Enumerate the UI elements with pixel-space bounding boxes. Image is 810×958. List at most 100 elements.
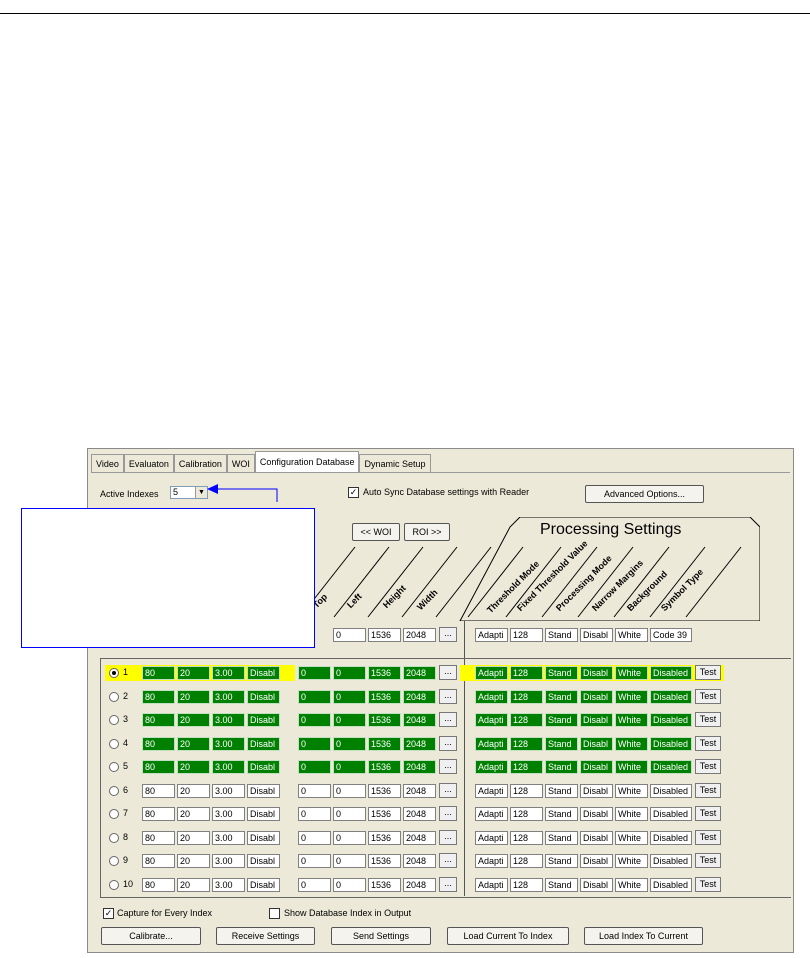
row-woi-more-button[interactable]: ... <box>439 665 457 680</box>
row-woi-field[interactable]: 0 <box>333 736 366 751</box>
row-processing-field[interactable]: 128 <box>510 830 543 845</box>
row-capture-field[interactable]: 80 <box>142 760 175 774</box>
row-capture-field[interactable]: 80 <box>142 807 175 821</box>
row-woi-more-button[interactable]: ... <box>439 688 457 704</box>
row-woi-field[interactable]: 0 <box>298 807 331 821</box>
row-test-button[interactable]: Test <box>695 876 721 892</box>
row-processing-field[interactable]: Adapti <box>475 807 508 821</box>
row-woi-field[interactable]: 1536 <box>368 760 401 774</box>
show-db-index-checkbox[interactable] <box>269 908 280 919</box>
row-processing-field[interactable]: White <box>615 807 648 821</box>
row-processing-field[interactable]: Stand <box>545 830 578 845</box>
row-capture-field[interactable]: 20 <box>177 689 210 704</box>
row-processing-field[interactable]: Disabled <box>650 830 692 845</box>
row-processing-field[interactable]: 128 <box>510 713 543 727</box>
row-select-radio[interactable] <box>109 762 119 772</box>
row-select-radio[interactable] <box>109 832 119 843</box>
row-select-radio[interactable] <box>109 809 119 819</box>
row-woi-field[interactable]: 1536 <box>368 830 401 845</box>
row-woi-more-button[interactable]: ... <box>439 853 457 868</box>
current-fixed-threshold[interactable]: 128 <box>510 628 543 642</box>
row-capture-field[interactable]: 80 <box>142 877 175 892</box>
row-capture-field[interactable]: Disabl <box>247 736 280 751</box>
row-processing-field[interactable]: Adapti <box>475 854 508 868</box>
row-capture-field[interactable]: Disabl <box>247 830 280 845</box>
row-woi-field[interactable]: 0 <box>298 713 331 727</box>
row-processing-field[interactable]: 128 <box>510 736 543 751</box>
tab-configuration-database[interactable]: Configuration Database <box>254 451 360 473</box>
row-capture-field[interactable]: 20 <box>177 713 210 727</box>
row-capture-field[interactable]: 20 <box>177 760 210 774</box>
row-processing-field[interactable]: White <box>615 736 648 751</box>
row-capture-field[interactable]: 3.00 <box>212 736 245 751</box>
row-capture-field[interactable]: 3.00 <box>212 877 245 892</box>
row-test-button[interactable]: Test <box>695 829 721 845</box>
row-processing-field[interactable]: Disabled <box>650 666 692 680</box>
row-processing-field[interactable]: Adapti <box>475 666 508 680</box>
row-capture-field[interactable]: 80 <box>142 854 175 868</box>
row-woi-more-button[interactable]: ... <box>439 759 457 774</box>
row-capture-field[interactable]: 20 <box>177 736 210 751</box>
row-woi-field[interactable]: 1536 <box>368 854 401 868</box>
row-processing-field[interactable]: 128 <box>510 854 543 868</box>
row-processing-field[interactable]: Stand <box>545 783 578 798</box>
row-test-button[interactable]: Test <box>695 688 721 704</box>
row-processing-field[interactable]: Disabled <box>650 807 692 821</box>
row-woi-field[interactable]: 0 <box>333 713 366 727</box>
row-select-radio[interactable] <box>109 738 119 749</box>
row-capture-field[interactable]: 20 <box>177 666 210 680</box>
current-threshold-mode[interactable]: Adapti <box>475 628 508 642</box>
row-capture-field[interactable]: 80 <box>142 713 175 727</box>
row-woi-field[interactable]: 0 <box>298 689 331 704</box>
row-processing-field[interactable]: Stand <box>545 807 578 821</box>
current-symbol-type[interactable]: Code 39 <box>650 628 692 642</box>
row-processing-field[interactable]: Disabl <box>580 713 613 727</box>
row-woi-field[interactable]: 1536 <box>368 736 401 751</box>
row-processing-field[interactable]: Adapti <box>475 760 508 774</box>
row-processing-field[interactable]: Disabl <box>580 689 613 704</box>
row-processing-field[interactable]: Disabl <box>580 877 613 892</box>
row-capture-field[interactable]: 20 <box>177 807 210 821</box>
row-capture-field[interactable]: 20 <box>177 854 210 868</box>
row-woi-field[interactable]: 2048 <box>403 713 436 727</box>
tab-video[interactable]: Video <box>91 454 124 473</box>
row-processing-field[interactable]: Disabl <box>580 736 613 751</box>
current-height-field[interactable]: 1536 <box>368 628 401 642</box>
row-woi-field[interactable]: 0 <box>333 854 366 868</box>
row-processing-field[interactable]: 128 <box>510 877 543 892</box>
row-processing-field[interactable]: Stand <box>545 713 578 727</box>
row-processing-field[interactable]: Disabl <box>580 760 613 774</box>
row-processing-field[interactable]: Disabled <box>650 736 692 751</box>
row-woi-field[interactable]: 0 <box>298 877 331 892</box>
row-capture-field[interactable]: Disabl <box>247 783 280 798</box>
row-capture-field[interactable]: 3.00 <box>212 854 245 868</box>
row-woi-field[interactable]: 2048 <box>403 830 436 845</box>
row-woi-field[interactable]: 2048 <box>403 736 436 751</box>
current-narrow-margins[interactable]: Disabl <box>580 628 613 642</box>
row-processing-field[interactable]: Disabled <box>650 854 692 868</box>
send-settings-button[interactable]: Send Settings <box>331 927 431 945</box>
row-processing-field[interactable]: 128 <box>510 807 543 821</box>
row-woi-field[interactable]: 0 <box>333 877 366 892</box>
row-processing-field[interactable]: Stand <box>545 877 578 892</box>
row-woi-field[interactable]: 0 <box>298 666 331 680</box>
row-woi-field[interactable]: 1536 <box>368 689 401 704</box>
calibrate-button[interactable]: Calibrate... <box>101 927 201 945</box>
row-woi-field[interactable]: 0 <box>333 807 366 821</box>
row-woi-field[interactable]: 2048 <box>403 760 436 774</box>
row-woi-more-button[interactable]: ... <box>439 829 457 845</box>
row-capture-field[interactable]: 80 <box>142 689 175 704</box>
chevron-down-icon[interactable]: ▼ <box>195 487 207 498</box>
row-capture-field[interactable]: Disabl <box>247 713 280 727</box>
row-woi-field[interactable]: 0 <box>298 854 331 868</box>
row-capture-field[interactable]: 3.00 <box>212 807 245 821</box>
row-processing-field[interactable]: Disabled <box>650 713 692 727</box>
row-woi-field[interactable]: 0 <box>298 783 331 798</box>
row-processing-field[interactable]: White <box>615 830 648 845</box>
load-index-to-current-button[interactable]: Load Index To Current <box>584 927 703 945</box>
row-processing-field[interactable]: Stand <box>545 666 578 680</box>
row-processing-field[interactable]: 128 <box>510 783 543 798</box>
receive-settings-button[interactable]: Receive Settings <box>216 927 315 945</box>
row-woi-field[interactable]: 1536 <box>368 807 401 821</box>
row-test-button[interactable]: Test <box>695 782 721 798</box>
